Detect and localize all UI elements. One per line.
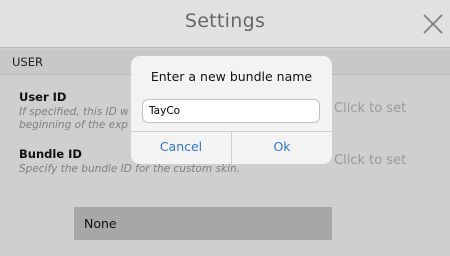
bundle-id-description: Specify the bundle ID for the custom ski… (19, 163, 240, 175)
bundle-name-input[interactable] (142, 99, 320, 123)
skin-option-label: None (84, 216, 117, 231)
header-bar: Settings (0, 0, 450, 48)
user-id-description-line1: If specified, this ID w (19, 106, 129, 118)
user-id-label: User ID (19, 90, 67, 104)
user-id-description-line2: beginning of the exp (19, 119, 128, 131)
bundle-id-click-to-set[interactable]: Click to set (334, 153, 406, 168)
skin-option-none[interactable]: None (74, 207, 332, 240)
close-icon[interactable] (422, 13, 444, 35)
dialog-title: Enter a new bundle name (150, 69, 313, 84)
ok-button[interactable]: Ok (232, 132, 332, 164)
bundle-name-dialog: Enter a new bundle name Cancel Ok (131, 56, 332, 164)
section-label: USER (12, 55, 43, 69)
bundle-id-label: Bundle ID (19, 147, 82, 161)
user-id-click-to-set[interactable]: Click to set (334, 101, 406, 116)
cancel-button[interactable]: Cancel (131, 132, 231, 164)
page-title: Settings (184, 10, 266, 32)
